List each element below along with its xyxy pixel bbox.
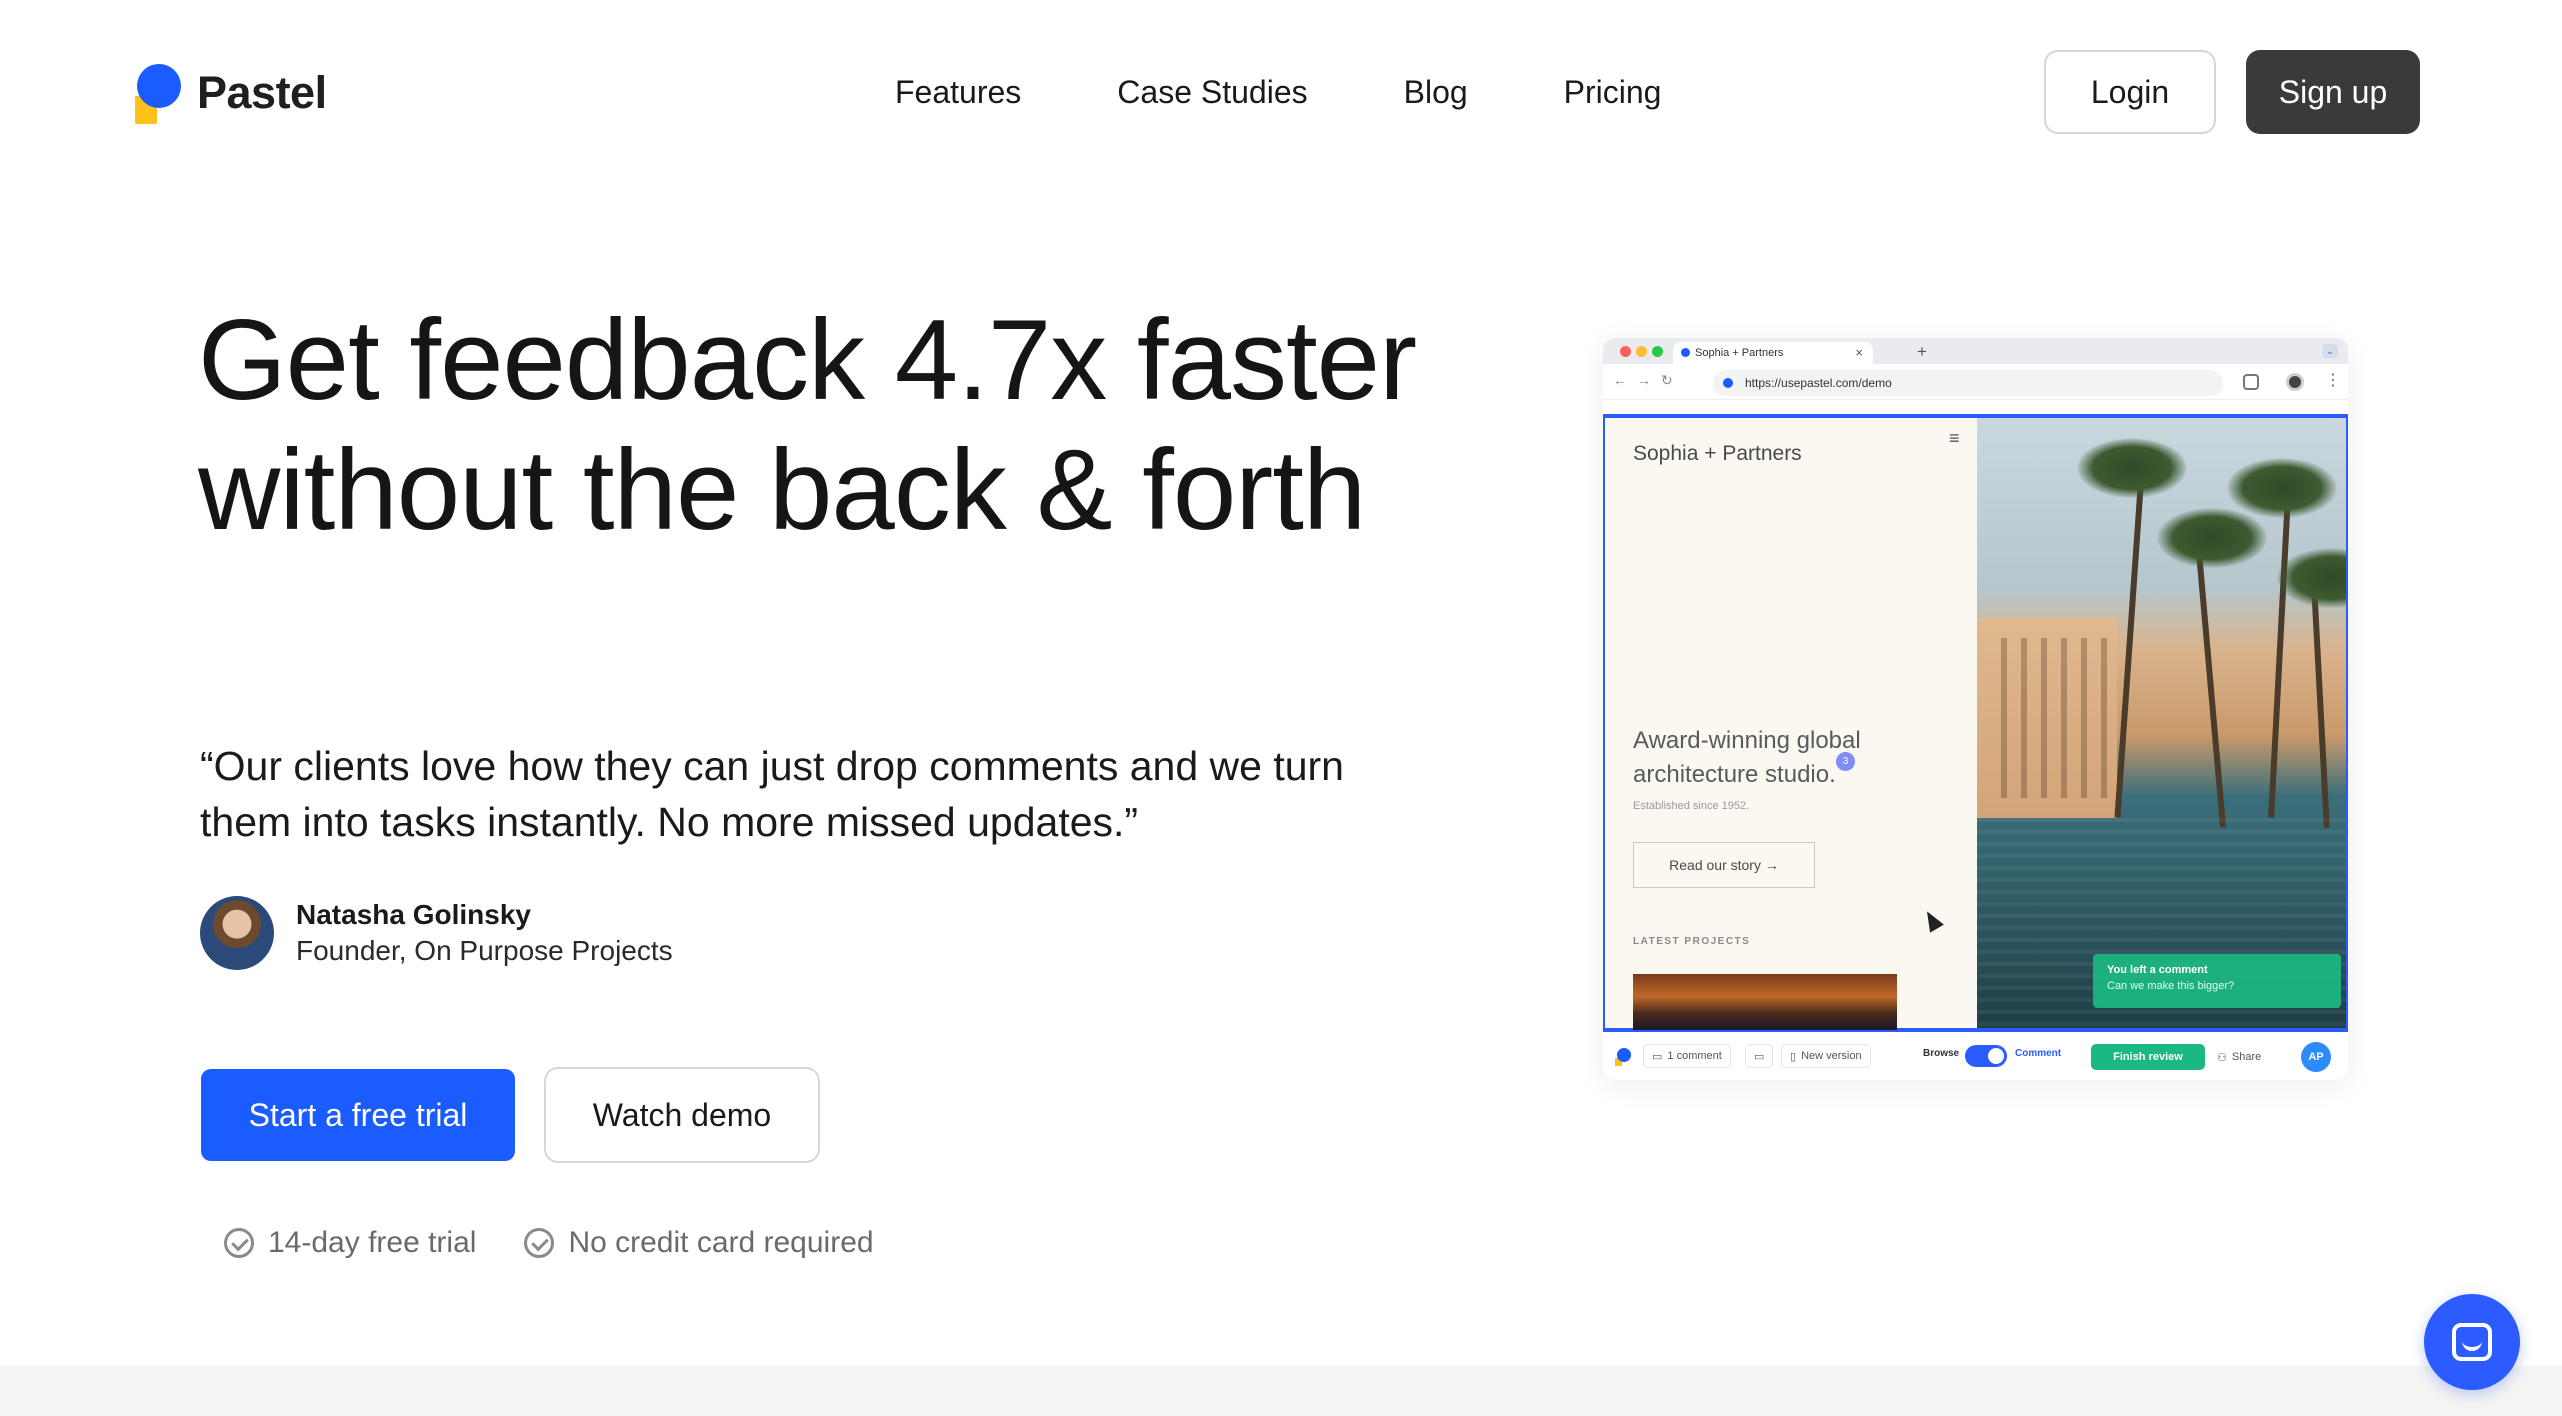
share-users-icon: ⚇ (2217, 1051, 2227, 1064)
nav-link-case-studies[interactable]: Case Studies (1117, 70, 1307, 114)
main-nav: Features Case Studies Blog Pricing (895, 70, 1661, 114)
demo-site-headline: Award-winning global architecture studio… (1633, 727, 1861, 788)
back-arrow-icon: ← (1613, 372, 1627, 388)
signup-button[interactable]: Sign up (2246, 50, 2420, 134)
browser-tab: Sophia + Partners × (1673, 342, 1873, 364)
comment-bubble-icon: ▭ (1652, 1050, 1663, 1063)
chevron-down-icon: ⌄ (2322, 344, 2338, 358)
site-header: Pastel Features Case Studies Blog Pricin… (0, 0, 2562, 190)
extension-icon (2243, 374, 2259, 390)
login-button[interactable]: Login (2044, 50, 2216, 134)
favicon-icon (1681, 348, 1690, 357)
nav-link-blog[interactable]: Blog (1404, 70, 1468, 114)
demo-latest-projects-label: LATEST PROJECTS (1633, 936, 1751, 947)
testimonial-quote: “Our clients love how they can just drop… (200, 743, 1344, 845)
toast-title: You left a comment (2107, 964, 2208, 976)
browse-comment-toggle (1965, 1045, 2007, 1067)
perk-label: No credit card required (568, 1226, 874, 1259)
window-zoom-dot-icon (1652, 346, 1663, 357)
finish-review-label: Finish review (2113, 1051, 2183, 1063)
browse-mode-label: Browse (1923, 1048, 1960, 1059)
perk-label: 14-day free trial (268, 1226, 477, 1259)
device-toggle-chip: ▭ (1745, 1044, 1774, 1068)
author-name: Natasha Golinsky (296, 899, 531, 930)
pastel-logo-icon (1615, 1048, 1631, 1066)
forward-arrow-icon: → (1637, 372, 1651, 388)
perks-list: 14-day free trial No credit card require… (224, 1226, 922, 1260)
new-version-label: New version (1801, 1050, 1862, 1062)
url-field: https://usepastel.com/demo (1713, 370, 2223, 396)
testimonial-author: Natasha Golinsky Founder, On Purpose Pro… (200, 896, 673, 970)
window-close-dot-icon (1620, 346, 1631, 357)
monitor-icon: ▭ (1754, 1050, 1765, 1063)
nav-link-features[interactable]: Features (895, 70, 1021, 114)
nav-link-pricing[interactable]: Pricing (1564, 70, 1662, 114)
share-chip: ⚇ Share (2217, 1044, 2261, 1070)
toast-subtitle: Can we make this bigger? (2107, 980, 2235, 992)
close-tab-icon: × (1855, 345, 1863, 360)
comments-count-chip: ▭ 1 comment (1643, 1044, 1731, 1068)
brand-name: Pastel (197, 67, 327, 118)
browser-menu-icon: ⋮ (2325, 372, 2341, 389)
hero-title: Get feedback 4.7x faster without the bac… (198, 297, 1417, 554)
demo-site-content: Sophia + Partners ≡ Award-winning global… (1605, 418, 1977, 1030)
demo-site-established: Established since 1952. (1633, 800, 1750, 812)
browser-tab-bar: Sophia + Partners × + ⌄ (1603, 338, 2348, 364)
demo-read-story-button: Read our story → (1633, 842, 1815, 888)
brand-logo[interactable]: Pastel (133, 62, 327, 124)
perk-item: 14-day free trial (224, 1226, 476, 1260)
comments-count-label: 1 comment (1667, 1050, 1722, 1062)
comment-toast: You left a comment Can we make this bigg… (2093, 954, 2341, 1008)
url-text: https://usepastel.com/demo (1745, 376, 1892, 390)
project-thumbnail-image (1633, 974, 1897, 1030)
reload-icon: ↻ (1661, 372, 1673, 388)
document-icon: ▯ (1790, 1050, 1797, 1063)
browser-tab-title: Sophia + Partners (1695, 347, 1784, 359)
perk-item: No credit card required (524, 1226, 874, 1260)
share-label: Share (2231, 1051, 2262, 1063)
watch-demo-button[interactable]: Watch demo (544, 1067, 820, 1163)
hotel-building-shape (1977, 618, 2117, 818)
demo-site-name: Sophia + Partners (1633, 442, 1802, 465)
site-info-icon (1723, 378, 1733, 388)
demo-website: Sophia + Partners ≡ Award-winning global… (1603, 414, 2348, 1032)
check-circle-icon (224, 1228, 254, 1258)
start-free-trial-button[interactable]: Start a free trial (201, 1069, 515, 1161)
chat-launcher-button[interactable] (2424, 1294, 2520, 1390)
profile-icon (2286, 373, 2304, 391)
pastel-logo-icon (133, 62, 183, 124)
pastel-review-toolbar: ▭ 1 comment ▭ ▯ New version Browse Comme… (1603, 1032, 2348, 1080)
check-circle-icon (524, 1228, 555, 1258)
author-role: Founder, On Purpose Projects (296, 935, 673, 966)
chat-bubble-icon (2452, 1323, 2492, 1361)
author-avatar (200, 896, 274, 970)
user-avatar: AP (2301, 1042, 2331, 1072)
browser-url-bar: ← → ↻ https://usepastel.com/demo ⋮ (1603, 364, 2348, 400)
product-demo-screenshot: Sophia + Partners × + ⌄ ← → ↻ https://us… (1603, 338, 2348, 1080)
next-section-band (0, 1366, 2562, 1416)
comment-mode-label: Comment (2015, 1048, 2062, 1059)
hamburger-menu-icon: ≡ (1949, 428, 1960, 448)
finish-review-button: Finish review (2091, 1044, 2205, 1070)
comment-pin-icon: 3 (1836, 752, 1855, 771)
new-tab-icon: + (1917, 342, 1927, 361)
resort-photo-image: You left a comment Can we make this bigg… (1977, 418, 2346, 1028)
window-minimize-dot-icon (1636, 346, 1647, 357)
new-version-chip: ▯ New version (1781, 1044, 1871, 1068)
